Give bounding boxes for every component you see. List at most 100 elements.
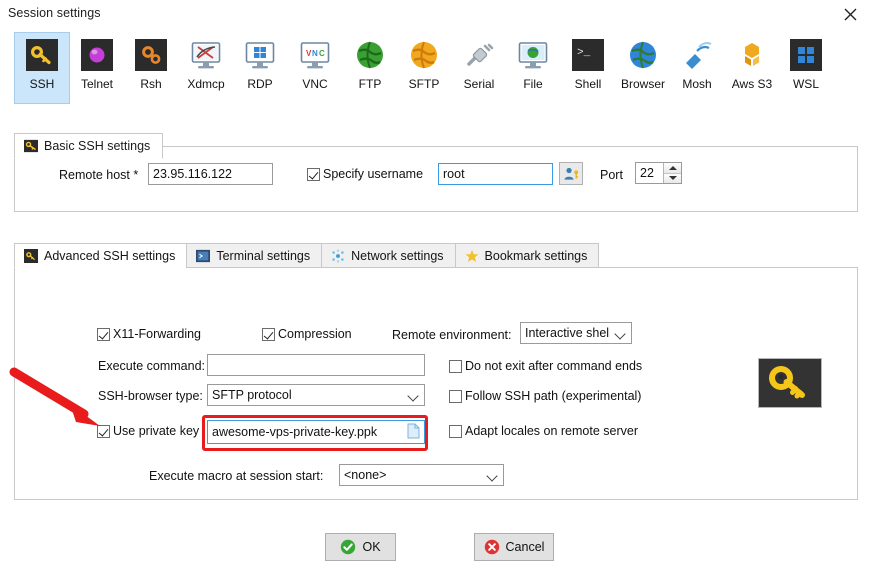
x11-forwarding-label: X11-Forwarding [113,327,202,341]
browse-file-icon[interactable] [407,423,420,439]
file-monitor-icon [517,39,549,71]
sftp-globe-icon [408,39,440,71]
cancel-button[interactable]: Cancel [474,533,554,561]
chevron-down-icon [407,389,420,402]
remote-environment-label: Remote environment: [392,328,512,342]
session-type-browser[interactable]: Browser [615,32,671,104]
tab-label: Advanced SSH settings [44,248,176,263]
session-type-toolbar: SSH Telnet Rsh Xdmcp RDP V N C VNC FTP SFTP Serial F… [0,32,873,104]
adapt-locales-label: Adapt locales on remote server [465,424,639,438]
select-user-button[interactable] [559,162,583,185]
session-type-label: RDP [247,77,273,91]
session-type-xdmcp[interactable]: Xdmcp [178,32,234,104]
username-input[interactable] [438,163,553,185]
session-type-file[interactable]: File [505,32,561,104]
settings-tabs: Advanced SSH settings Terminal settings Ne… [14,243,600,268]
vnc-monitor-icon: VNC [299,39,331,71]
private-key-input[interactable] [207,420,425,444]
use-private-key-label: Use private key [113,424,200,438]
x11-forwarding-checkbox[interactable]: X11-Forwarding [97,327,201,341]
tab-bookmark-settings[interactable]: Bookmark settings [454,243,600,268]
session-type-aws-s3[interactable]: Aws S3 [724,32,780,104]
port-increment-button[interactable] [664,163,681,173]
port-stepper[interactable]: 22 [635,162,682,184]
execute-command-input[interactable] [207,354,425,376]
tab-advanced-ssh-settings[interactable]: Advanced SSH settings [14,243,187,268]
session-type-ftp[interactable]: FTP [342,32,398,104]
xdmcp-monitor-icon [190,39,222,71]
cancel-circle-icon [484,539,500,555]
session-type-vnc[interactable]: V N C VNC [287,32,343,104]
session-type-ssh[interactable]: SSH [14,32,70,104]
port-label: Port [600,168,623,182]
use-private-key-checkbox[interactable]: Use private key [97,424,199,438]
remote-environment-select[interactable]: Interactive shell [520,322,632,344]
compression-label: Compression [278,327,352,341]
session-type-label: FTP [358,77,382,91]
checkbox-box [307,167,320,181]
session-type-rdp[interactable]: RDP [232,32,288,104]
tab-label: Bookmark settings [484,248,588,263]
follow-ssh-path-checkbox[interactable]: Follow SSH path (experimental) [449,389,641,403]
remote-host-label: Remote host * [59,168,139,182]
ok-button[interactable]: OK [325,533,396,561]
ftp-globe-icon [354,39,386,71]
session-type-label: Serial [463,77,495,91]
wsl-windows-icon [790,39,822,71]
session-type-serial[interactable]: Serial [451,32,507,104]
aws-s3-icon [736,39,768,71]
browser-globe-icon [627,39,659,71]
tab-basic-ssh-settings[interactable]: Basic SSH settings [14,133,164,159]
tab-terminal-settings[interactable]: Terminal settings [186,243,322,268]
checkbox-box [97,327,110,341]
port-stepper-buttons [663,163,681,183]
session-type-shell[interactable]: >_ Shell [560,32,616,104]
ssh-key-icon [24,139,38,153]
user-key-icon [564,167,578,180]
ssh-browser-type-value: SFTP protocol [212,388,292,402]
ssh-browser-type-select[interactable]: SFTP protocol [207,384,425,406]
telnet-icon [81,39,113,71]
session-type-label: WSL [792,77,819,91]
remote-environment-value: Interactive shell [525,326,610,340]
session-type-label: SFTP [408,77,440,91]
tab-basic-ssh-settings-label: Basic SSH settings [44,139,151,153]
do-not-exit-checkbox[interactable]: Do not exit after command ends [449,359,642,373]
serial-plug-icon [463,39,495,71]
svg-text:C: C [319,49,325,58]
close-button[interactable] [827,0,873,28]
port-decrement-button[interactable] [664,172,681,183]
ssh-key-icon [24,248,38,263]
remote-host-input[interactable] [148,163,273,185]
session-type-mosh[interactable]: Mosh [669,32,725,104]
session-type-label: Telnet [80,77,114,91]
session-type-sftp[interactable]: SFTP [396,32,452,104]
session-type-label: VNC [302,77,328,91]
tab-label: Terminal settings [216,248,311,263]
shell-terminal-icon: >_ [572,39,604,71]
ok-button-label: OK [362,540,381,554]
adapt-locales-checkbox[interactable]: Adapt locales on remote server [449,424,638,438]
session-type-telnet[interactable]: Telnet [69,32,125,104]
terminal-icon [196,249,211,263]
star-icon [465,249,479,263]
session-type-label: SSH [29,77,55,91]
tab-label: Network settings [351,248,444,263]
do-not-exit-label: Do not exit after command ends [465,359,643,373]
checkbox-box [449,389,462,403]
network-dots-icon [331,248,345,263]
session-type-wsl[interactable]: WSL [778,32,834,104]
mosh-satellite-icon [681,39,713,71]
private-key-preview [758,358,822,408]
tab-network-settings[interactable]: Network settings [321,243,455,268]
session-type-rsh[interactable]: Rsh [123,32,179,104]
check-circle-icon [340,539,356,555]
compression-checkbox[interactable]: Compression [262,327,352,341]
checkbox-box [262,327,275,341]
specify-username-checkbox[interactable]: Specify username [307,167,423,181]
checkbox-box [97,424,110,438]
execute-macro-select[interactable]: <none> [339,464,504,486]
session-type-label: File [523,77,543,91]
session-type-label: Mosh [682,77,712,91]
title-bar: Session settings [0,0,873,28]
